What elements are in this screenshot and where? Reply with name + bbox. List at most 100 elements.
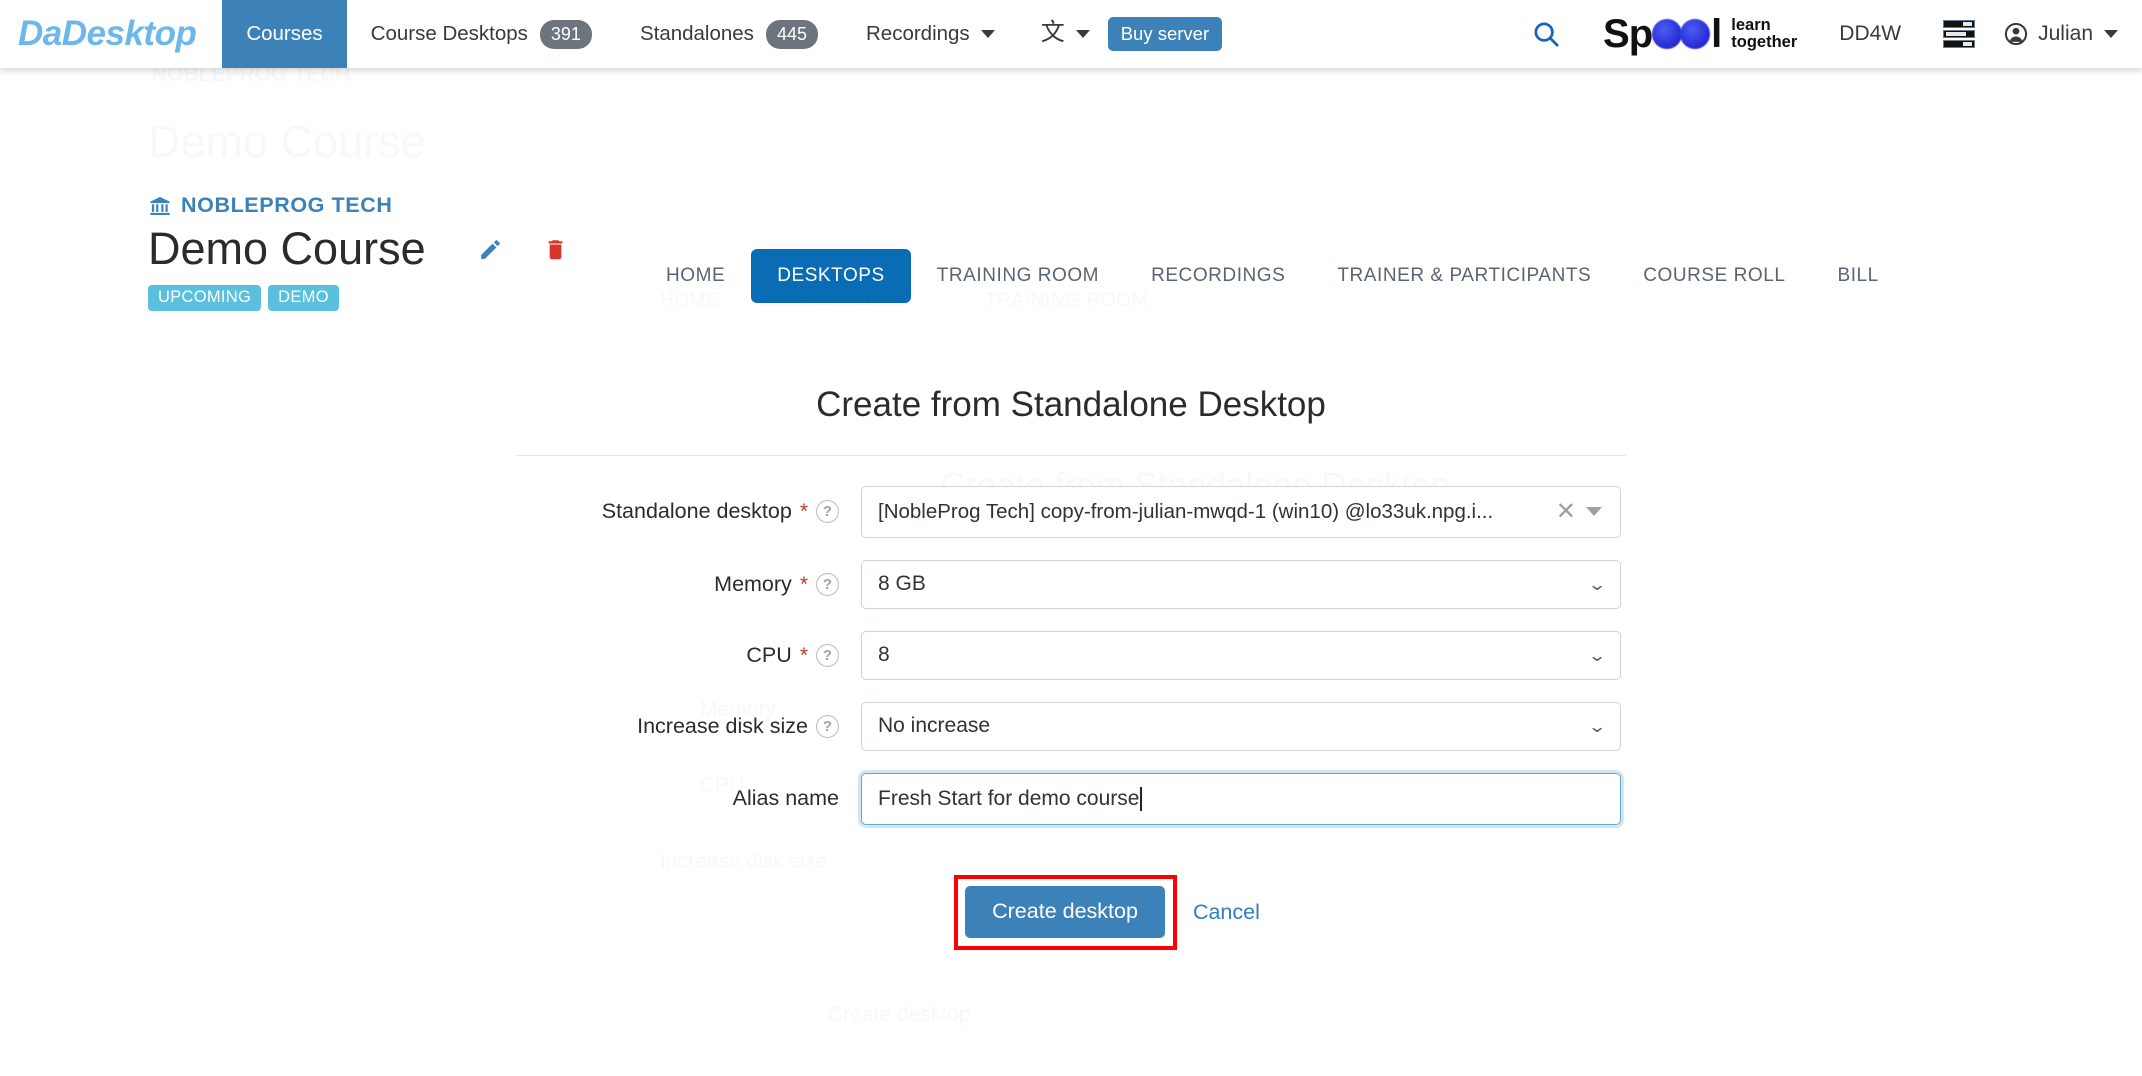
chevron-down-icon bbox=[980, 30, 995, 38]
course-title-row: Demo Course bbox=[148, 223, 568, 274]
create-desktop-form: Create from Standalone Desktop Standalon… bbox=[0, 385, 2142, 950]
organization-name: NOBLEPROG TECH bbox=[181, 193, 393, 217]
page-body: NOBLEPROG TECH Demo Course HOME DESKTOPS… bbox=[0, 68, 2142, 950]
control-cpu: 8 ⌄ bbox=[861, 630, 1621, 680]
spool-tagline-line1: learn bbox=[1731, 15, 1771, 34]
bank-icon bbox=[150, 196, 170, 215]
search-icon bbox=[1534, 22, 1559, 47]
help-circle-icon[interactable]: ? bbox=[816, 500, 839, 524]
spool-logo-text-right: l bbox=[1711, 12, 1723, 56]
cpu-select[interactable]: 8 ⌄ bbox=[861, 630, 1621, 680]
chevron-down-icon bbox=[1075, 30, 1090, 38]
create-desktop-button[interactable]: Create desktop bbox=[965, 885, 1165, 938]
course-header: NOBLEPROG TECH Demo Course UPCOMING DEMO bbox=[0, 68, 2142, 311]
required-asterisk: * bbox=[799, 643, 808, 667]
label-alias-name: Alias name bbox=[521, 786, 839, 811]
user-menu[interactable]: Julian bbox=[1995, 0, 2142, 68]
status-badge-demo: DEMO bbox=[268, 285, 339, 311]
server-bar-bottom bbox=[1943, 40, 1976, 48]
search-button[interactable] bbox=[1509, 0, 1583, 68]
chevron-down-icon bbox=[2104, 30, 2118, 38]
server-stack-icon[interactable] bbox=[1923, 0, 1995, 68]
edit-course-button[interactable] bbox=[478, 237, 503, 262]
form-row-increase-disk-size: Increase disk size ? No increase ⌄ bbox=[0, 701, 2142, 751]
memory-select[interactable]: 8 GB ⌄ bbox=[861, 559, 1621, 609]
spool-logo-tagline: learn together bbox=[1731, 15, 1798, 52]
form-title: Create from Standalone Desktop bbox=[816, 384, 1326, 424]
chevron-down-icon: ⌄ bbox=[1587, 645, 1607, 665]
memory-value: 8 GB bbox=[878, 572, 926, 596]
workspace-label[interactable]: DD4W bbox=[1817, 0, 1923, 68]
page-title: Demo Course bbox=[148, 223, 426, 274]
server-bar-middle bbox=[1943, 30, 1976, 38]
required-asterisk: * bbox=[799, 500, 808, 524]
increase-disk-size-select[interactable]: No increase ⌄ bbox=[861, 701, 1621, 751]
clear-x-icon[interactable]: ✕ bbox=[1550, 499, 1586, 524]
standalone-desktop-select[interactable]: [NobleProg Tech] copy-from-julian-mwqd-1… bbox=[861, 485, 1621, 538]
navbar-spacer bbox=[1222, 0, 1509, 68]
status-badge-upcoming: UPCOMING bbox=[148, 285, 262, 311]
required-asterisk: * bbox=[799, 572, 808, 596]
nav-item-course-desktops[interactable]: Course Desktops 391 bbox=[347, 0, 616, 68]
cpu-value: 8 bbox=[878, 643, 890, 667]
alias-name-value: Fresh Start for demo course bbox=[878, 786, 1140, 810]
form-divider bbox=[516, 454, 1626, 456]
help-circle-icon[interactable]: ? bbox=[816, 572, 839, 596]
nav-item-label: Course Desktops bbox=[370, 22, 528, 45]
form-row-standalone-desktop: Standalone desktop * ? [NobleProg Tech] c… bbox=[0, 485, 2142, 538]
label-text: Standalone desktop bbox=[601, 499, 792, 524]
nav-item-recordings[interactable]: Recordings bbox=[842, 0, 1019, 68]
language-selector[interactable]: 文︎ bbox=[1019, 0, 1104, 68]
control-memory: 8 GB ⌄ bbox=[861, 559, 1621, 609]
alias-name-input[interactable]: Fresh Start for demo course bbox=[861, 772, 1621, 825]
form-actions: Create desktop Cancel bbox=[0, 874, 2142, 950]
server-bar-top bbox=[1943, 20, 1976, 28]
form-row-alias-name: Alias name Fresh Start for demo course bbox=[0, 772, 2142, 825]
label-text: CPU bbox=[746, 642, 792, 667]
top-navbar: DaDesktop Courses Course Desktops 391 St… bbox=[0, 0, 2142, 68]
standalone-desktop-value: [NobleProg Tech] copy-from-julian-mwqd-1… bbox=[878, 499, 1494, 523]
label-memory: Memory * ? bbox=[521, 572, 839, 597]
control-increase-disk-size: No increase ⌄ bbox=[861, 701, 1621, 751]
form-row-cpu: CPU * ? 8 ⌄ bbox=[0, 630, 2142, 680]
account-circle-icon bbox=[2005, 22, 2028, 46]
app-logo[interactable]: DaDesktop bbox=[0, 0, 222, 68]
label-text: Increase disk size bbox=[637, 713, 808, 738]
course-header-left: NOBLEPROG TECH Demo Course UPCOMING DEMO bbox=[148, 193, 568, 311]
dropdown-caret-icon[interactable] bbox=[1586, 507, 1602, 517]
label-text: Memory bbox=[714, 571, 792, 596]
buy-server-button[interactable]: Buy server bbox=[1107, 17, 1223, 51]
chevron-down-icon: ⌄ bbox=[1587, 716, 1607, 736]
label-text: Alias name bbox=[732, 786, 839, 811]
form-row-memory: Memory * ? 8 GB ⌄ bbox=[0, 559, 2142, 609]
spool-logo: Sp l learn together bbox=[1583, 0, 1817, 68]
chevron-down-icon: ⌄ bbox=[1587, 574, 1607, 594]
ghost-submit: Create desktop bbox=[828, 1003, 970, 1027]
create-desktop-highlight: Create desktop bbox=[954, 874, 1177, 950]
delete-course-button[interactable] bbox=[543, 237, 568, 262]
nav-item-label: Recordings bbox=[865, 22, 970, 45]
label-cpu: CPU * ? bbox=[521, 643, 839, 668]
nav-item-courses[interactable]: Courses bbox=[222, 0, 347, 68]
course-desktops-count-badge: 391 bbox=[539, 19, 592, 49]
help-circle-icon[interactable]: ? bbox=[816, 714, 839, 738]
text-cursor bbox=[1140, 786, 1142, 811]
nav-item-label: Courses bbox=[246, 22, 323, 45]
spool-dot-1 bbox=[1652, 19, 1683, 49]
pencil-icon bbox=[480, 239, 500, 259]
nav-item-label: Standalones bbox=[639, 22, 754, 45]
spool-tagline-line2: together bbox=[1731, 33, 1798, 51]
increase-disk-size-value: No increase bbox=[878, 714, 991, 738]
label-standalone-desktop: Standalone desktop * ? bbox=[521, 499, 839, 524]
control-standalone-desktop: [NobleProg Tech] copy-from-julian-mwqd-1… bbox=[861, 485, 1621, 538]
spool-logo-text-left: Sp bbox=[1603, 12, 1653, 56]
nav-item-standalones[interactable]: Standalones 445 bbox=[616, 0, 842, 68]
trash-icon bbox=[548, 239, 562, 259]
label-increase-disk-size: Increase disk size ? bbox=[521, 714, 839, 739]
control-alias-name: Fresh Start for demo course bbox=[861, 772, 1621, 825]
standalones-count-badge: 445 bbox=[765, 19, 818, 49]
translate-icon: 文︎ bbox=[1040, 19, 1065, 46]
spool-dot-2 bbox=[1680, 19, 1711, 49]
cancel-link[interactable]: Cancel bbox=[1193, 900, 1260, 925]
help-circle-icon[interactable]: ? bbox=[816, 643, 839, 667]
